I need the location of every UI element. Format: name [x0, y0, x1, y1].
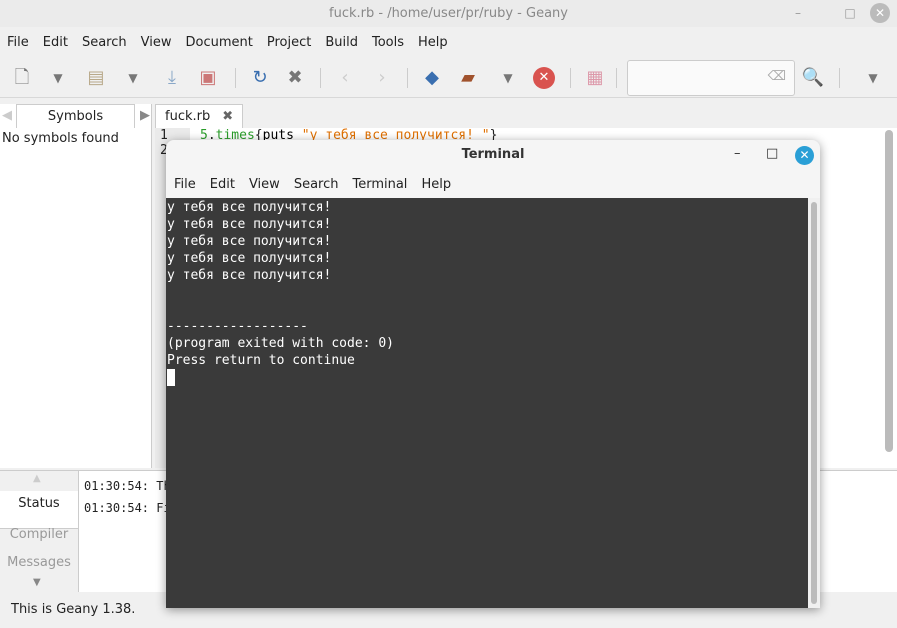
- menu-file[interactable]: File: [0, 35, 36, 50]
- compile-icon[interactable]: ◆: [420, 66, 444, 90]
- tab-symbols[interactable]: Symbols: [16, 104, 135, 128]
- menu-tools[interactable]: Tools: [365, 35, 411, 50]
- minimize-button[interactable]: –: [788, 0, 808, 27]
- terminal-output[interactable]: у тебя все получится! у тебя все получитс…: [166, 198, 808, 608]
- terminal-scrollbar[interactable]: [808, 198, 820, 608]
- output-line: у тебя все получится!: [167, 251, 332, 266]
- tab-scroll-right-icon[interactable]: ▶: [140, 108, 150, 123]
- search-input[interactable]: ⌫: [627, 60, 795, 96]
- menu-document[interactable]: Document: [178, 35, 259, 50]
- save-icon[interactable]: ⤓: [160, 66, 184, 90]
- tab-label: Compiler: [9, 527, 69, 542]
- color-chooser-icon[interactable]: ▦: [583, 66, 607, 90]
- clear-icon[interactable]: ⌫: [768, 69, 786, 84]
- output-line: у тебя все получится!: [167, 234, 332, 249]
- menu-search[interactable]: Search: [75, 35, 134, 50]
- terminal-minimize-button[interactable]: –: [734, 146, 741, 161]
- tab-label: fuck.rb: [165, 109, 211, 124]
- editor-scrollbar[interactable]: [885, 130, 893, 452]
- close-tab-icon[interactable]: ✖: [222, 109, 233, 124]
- tab-scroll-left-icon[interactable]: ◀: [2, 108, 12, 123]
- tab-label: Messages: [7, 555, 71, 570]
- tab-compiler-messages[interactable]: Compiler Messages: [0, 521, 78, 577]
- build-icon[interactable]: ▰: [456, 66, 480, 90]
- terminal-maximize-button[interactable]: □: [766, 146, 778, 161]
- terminal-menu-search[interactable]: Search: [287, 177, 346, 192]
- no-symbols-text: No symbols found: [2, 131, 119, 146]
- chevron-down-icon[interactable]: ▼: [46, 66, 70, 90]
- menu-bar: File Edit Search View Document Project B…: [0, 28, 455, 56]
- terminal-menu-help[interactable]: Help: [414, 177, 458, 192]
- forward-icon[interactable]: ›: [370, 66, 394, 90]
- window-title: fuck.rb - /home/user/pr/ruby - Geany: [0, 0, 897, 27]
- menu-view[interactable]: View: [134, 35, 179, 50]
- open-file-icon[interactable]: ▤: [84, 66, 108, 90]
- output-line: Press return to continue: [167, 353, 355, 368]
- terminal-cursor: [167, 369, 175, 386]
- back-icon[interactable]: ‹: [333, 66, 357, 90]
- overflow-menu-icon[interactable]: ▼: [861, 66, 885, 90]
- output-line: ------------------: [167, 319, 308, 334]
- terminal-menu-edit[interactable]: Edit: [203, 177, 242, 192]
- save-all-icon[interactable]: ▣: [196, 66, 220, 90]
- sidebar: No symbols found: [0, 104, 152, 468]
- menu-edit[interactable]: Edit: [36, 35, 75, 50]
- terminal-menu-view[interactable]: View: [242, 177, 287, 192]
- output-line: (program exited with code: 0): [167, 336, 394, 351]
- menu-project[interactable]: Project: [260, 35, 318, 50]
- reload-icon[interactable]: ↻: [248, 66, 272, 90]
- scroll-up-icon[interactable]: ▲: [33, 473, 41, 484]
- menu-help[interactable]: Help: [411, 35, 455, 50]
- chevron-down-icon[interactable]: ▼: [496, 66, 520, 90]
- close-file-icon[interactable]: ✖: [283, 66, 307, 90]
- terminal-title: Terminal: [461, 147, 525, 162]
- terminal-menu-bar: File Edit View Search Terminal Help: [167, 170, 458, 198]
- terminal-menu-terminal[interactable]: Terminal: [345, 177, 414, 192]
- close-button[interactable]: ✕: [870, 3, 890, 23]
- new-file-icon[interactable]: 🗋: [10, 66, 34, 90]
- stop-icon[interactable]: ✕: [533, 67, 555, 89]
- terminal-close-button[interactable]: ✕: [795, 146, 814, 165]
- terminal-window: Terminal – □ ✕ File Edit View Search Ter…: [166, 140, 820, 608]
- output-line: у тебя все получится!: [167, 217, 332, 232]
- output-line: у тебя все получится!: [167, 268, 332, 283]
- scroll-down-icon[interactable]: ▼: [33, 577, 41, 588]
- maximize-button[interactable]: □: [840, 0, 860, 27]
- chevron-down-icon[interactable]: ▼: [121, 66, 145, 90]
- tab-file[interactable]: fuck.rb ✖: [155, 104, 243, 128]
- search-icon[interactable]: 🔍: [801, 66, 825, 90]
- output-line: у тебя все получится!: [167, 200, 332, 215]
- menu-build[interactable]: Build: [318, 35, 365, 50]
- terminal-menu-file[interactable]: File: [167, 177, 203, 192]
